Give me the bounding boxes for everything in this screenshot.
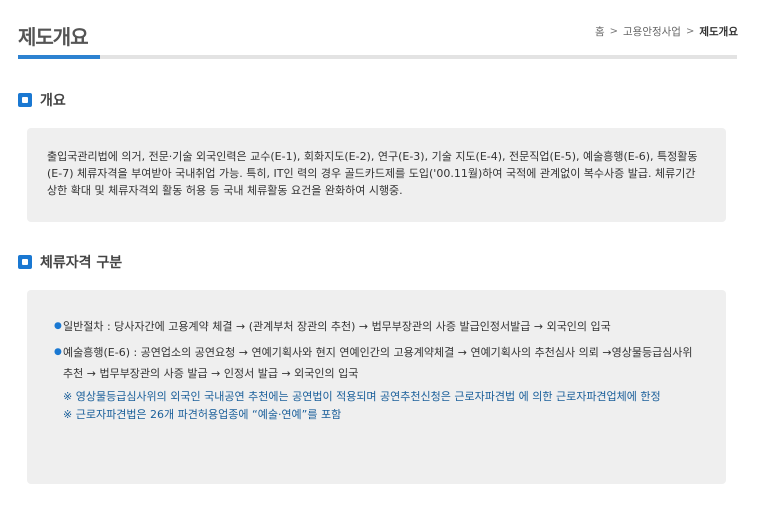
list-item-text: 일반절차 : 당사자간에 고용계약 체결 → (관계부처 장관의 추천) → 법… <box>63 320 611 333</box>
breadcrumb-parent[interactable]: 고용안정사업 <box>623 24 681 39</box>
section-header-status: 체류자격 구분 <box>18 252 122 272</box>
overview-box: 출입국관리법에 의거, 전문·기술 외국인력은 교수(E-1), 회화지도(E-… <box>27 128 726 222</box>
page: 제도개요 홈 > 고용안정사업 > 제도개요 개요 출입국관리법에 의거, 전문… <box>0 0 760 513</box>
breadcrumb-current: 제도개요 <box>699 26 738 38</box>
section-header-overview: 개요 <box>18 90 66 110</box>
overview-text: 출입국관리법에 의거, 전문·기술 외국인력은 교수(E-1), 회화지도(E-… <box>47 150 698 197</box>
title-divider <box>18 55 737 59</box>
square-bullet-icon <box>18 93 32 107</box>
title-divider-accent <box>18 55 100 59</box>
section-title-overview: 개요 <box>40 93 66 109</box>
list-item: ● 예술흥행(E-6) : 공연업소의 공연요청 → 연예기획사와 현지 연예인… <box>54 342 706 384</box>
square-bullet-icon <box>18 255 32 269</box>
chevron-right-icon: > <box>685 26 695 37</box>
chevron-right-icon: > <box>609 26 618 37</box>
page-title: 제도개요 <box>18 25 89 49</box>
list-item: ● 일반절차 : 당사자간에 고용계약 체결 → (관계부처 장관의 추천) →… <box>54 316 706 337</box>
section-title-status: 체류자격 구분 <box>40 255 123 271</box>
note-text: ※ 영상물등급심사위의 외국인 국내공연 추천에는 공연법이 적용되며 공연추천… <box>63 390 661 403</box>
status-box: ● 일반절차 : 당사자간에 고용계약 체결 → (관계부처 장관의 추천) →… <box>27 290 726 484</box>
list-item-text: 예술흥행(E-6) : 공연업소의 공연요청 → 연예기획사와 현지 연예인간의… <box>63 346 693 380</box>
dot-bullet-icon: ● <box>54 321 62 331</box>
dot-bullet-icon: ● <box>54 347 62 357</box>
breadcrumb-home[interactable]: 홈 <box>595 24 605 39</box>
note-text: ※ 근로자파견법은 26개 파견허용업종에 “예술·연예”를 포함 <box>63 408 342 421</box>
breadcrumb: 홈 > 고용안정사업 > 제도개요 <box>595 24 738 39</box>
